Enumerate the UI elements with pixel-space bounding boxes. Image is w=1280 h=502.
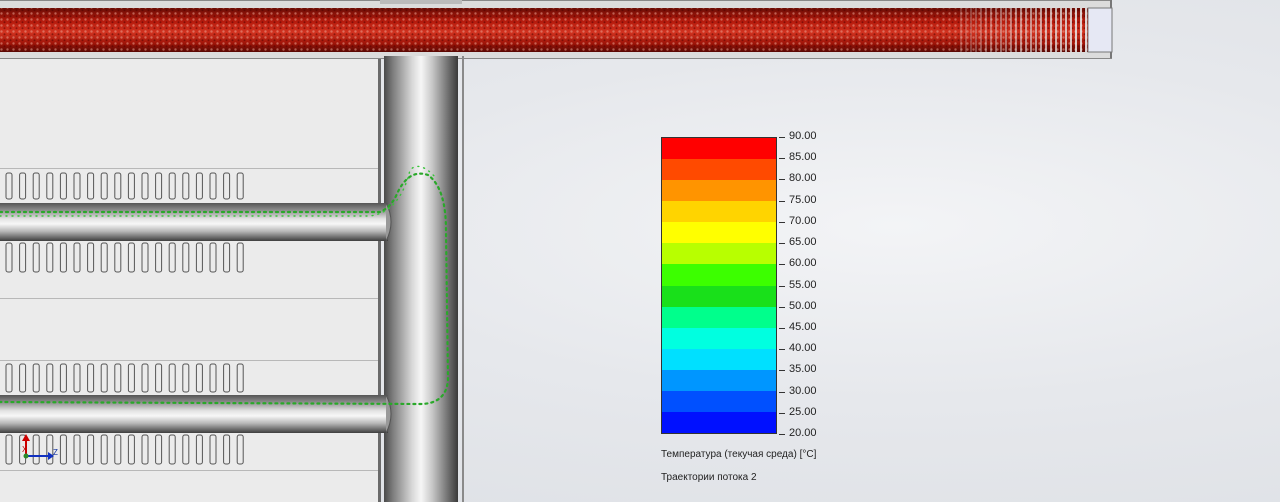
legend-tick-label: 40.00 bbox=[779, 342, 817, 355]
cfd-viewport[interactable] bbox=[0, 0, 1280, 502]
pipe-ring bbox=[1040, 8, 1042, 52]
temperature-color-scale bbox=[661, 137, 777, 434]
legend-swatch bbox=[662, 180, 776, 202]
legend-tick-label: 65.00 bbox=[779, 236, 817, 249]
legend-tick-label: 55.00 bbox=[779, 278, 817, 291]
pipe-ring bbox=[1065, 8, 1067, 52]
pipe-ring bbox=[1030, 8, 1032, 52]
triad-z-label: Z bbox=[53, 448, 58, 457]
legend-swatch bbox=[662, 201, 776, 223]
pipe-ring bbox=[1025, 8, 1027, 52]
pipe-ring bbox=[960, 8, 962, 52]
legend-swatch bbox=[662, 306, 776, 328]
legend-subtitle: Траектории потока 2 bbox=[661, 472, 757, 483]
pipe-ring bbox=[1075, 8, 1077, 52]
pipe-ring bbox=[1055, 8, 1057, 52]
legend-tick-label: 75.00 bbox=[779, 193, 817, 206]
pipe-ring bbox=[1085, 8, 1087, 52]
housing-edge bbox=[462, 56, 464, 502]
pipe-ring bbox=[1010, 8, 1012, 52]
legend-tick-label: 60.00 bbox=[779, 257, 817, 270]
pipe-ring bbox=[1045, 8, 1047, 52]
legend-tick-label: 35.00 bbox=[779, 363, 817, 376]
legend-tick-label: 45.00 bbox=[779, 320, 817, 333]
legend-swatch bbox=[662, 412, 776, 434]
legend-tick-label: 70.00 bbox=[779, 214, 817, 227]
legend-swatch bbox=[662, 369, 776, 391]
legend-swatch bbox=[662, 243, 776, 265]
legend-tick-label: 85.00 bbox=[779, 151, 817, 164]
pipe-ring bbox=[1005, 8, 1007, 52]
horizontal-pipe-upper[interactable] bbox=[0, 202, 392, 242]
legend-swatch bbox=[662, 159, 776, 181]
pipe-ring bbox=[990, 8, 992, 52]
pipe-ring bbox=[985, 8, 987, 52]
pipe-ring bbox=[965, 8, 967, 52]
legend-swatch bbox=[662, 285, 776, 307]
legend-tick-label: 80.00 bbox=[779, 172, 817, 185]
legend-swatch bbox=[662, 264, 776, 286]
pipe-ring bbox=[1050, 8, 1052, 52]
legend-swatch bbox=[662, 138, 776, 160]
legend-tick-label: 25.00 bbox=[779, 405, 817, 418]
pipe-ring bbox=[975, 8, 977, 52]
pipe-ring bbox=[980, 8, 982, 52]
pipe-ring bbox=[1070, 8, 1072, 52]
top-heated-pipe[interactable] bbox=[0, 0, 1113, 59]
pipe-ring bbox=[970, 8, 972, 52]
legend-title: Температура (текучая среда) [°C] bbox=[661, 449, 817, 460]
legend-swatch bbox=[662, 327, 776, 349]
legend-swatch bbox=[662, 348, 776, 370]
pipe-ring bbox=[1000, 8, 1002, 52]
triad-x-label: X bbox=[22, 445, 28, 454]
legend-tick-label: 20.00 bbox=[779, 427, 817, 439]
pipe-ring bbox=[1080, 8, 1082, 52]
pipe-ring bbox=[1020, 8, 1022, 52]
pipe-ring bbox=[1060, 8, 1062, 52]
legend-swatch bbox=[662, 390, 776, 413]
legend-tick-label: 90.00 bbox=[779, 130, 817, 142]
horizontal-pipe-lower[interactable] bbox=[0, 394, 392, 434]
pipe-ring bbox=[995, 8, 997, 52]
pipe-ring bbox=[1015, 8, 1017, 52]
legend-swatch bbox=[662, 222, 776, 244]
legend-tick-label: 30.00 bbox=[779, 384, 817, 397]
legend-tick-label: 50.00 bbox=[779, 299, 817, 312]
pipe-ring bbox=[1035, 8, 1037, 52]
